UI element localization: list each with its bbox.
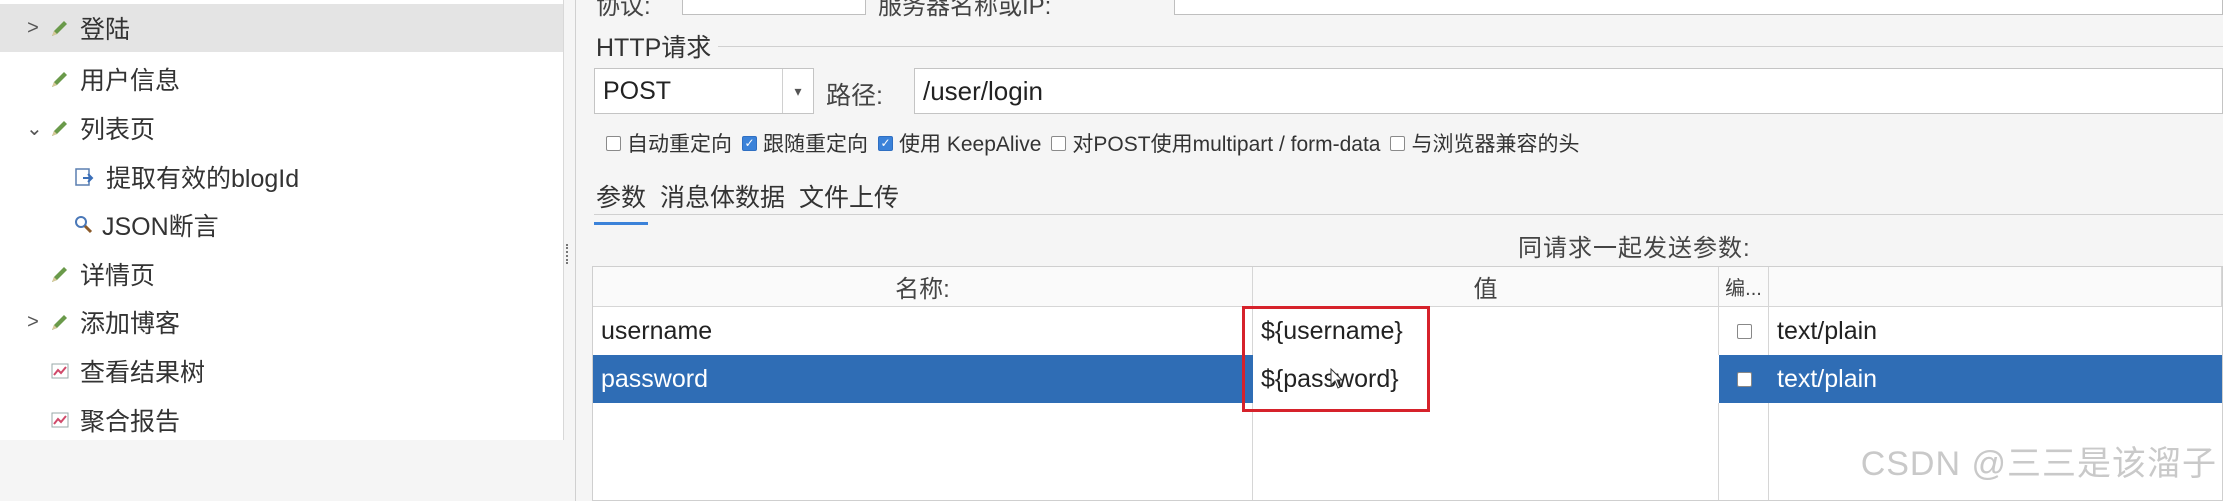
tree-item-label: 列表页 — [80, 116, 156, 144]
table-row-selected[interactable]: password ${password} text/plain — [593, 355, 2222, 403]
protocol-input[interactable] — [682, 0, 866, 15]
test-plan-tree: > 登陆 用户信息 ⌄ 列表页 提取有效的blogId JSON断言 详情页 >… — [0, 0, 564, 440]
encode-cell[interactable] — [1719, 307, 1769, 355]
column-header-value[interactable]: 值 — [1253, 267, 1719, 307]
method-value: POST — [603, 76, 672, 105]
option-label: 对POST使用multipart / form-data — [1072, 133, 1381, 156]
tab-divider — [594, 214, 2223, 215]
server-input[interactable] — [1174, 0, 2223, 15]
option-browser-headers[interactable]: 与浏览器兼容的头 — [1390, 128, 1579, 158]
panel-divider — [575, 0, 576, 501]
tree-item-aggregate-report[interactable]: 聚合报告 — [0, 396, 563, 444]
method-select[interactable]: POST ▾ — [594, 68, 814, 114]
tree-item-extract-blogid[interactable]: 提取有效的blogId — [0, 153, 563, 201]
tab-body-data[interactable]: 消息体数据 — [658, 178, 787, 225]
path-label: 路径: — [826, 82, 883, 110]
checkbox[interactable] — [1390, 135, 1406, 151]
option-multipart[interactable]: 对POST使用multipart / form-data — [1051, 128, 1380, 158]
option-keepalive[interactable]: ✓ 使用 KeepAlive — [878, 128, 1041, 158]
option-auto-redirect[interactable]: 自动重定向 — [606, 128, 732, 158]
pencil-icon — [48, 116, 72, 140]
tree-item-json-assertion[interactable]: JSON断言 — [0, 201, 563, 249]
server-label: 服务器名称或IP: — [878, 0, 1052, 20]
column-header-name[interactable]: 名称: — [593, 267, 1253, 307]
tab-parameters[interactable]: 参数 — [594, 178, 649, 225]
magnifier-icon — [72, 213, 96, 237]
path-value: /user/login — [923, 75, 1043, 106]
pencil-icon — [48, 16, 72, 40]
param-value-cell-editing[interactable]: ${password} — [1253, 355, 1719, 403]
pencil-icon — [48, 262, 72, 286]
tree-item-label: 登陆 — [80, 16, 131, 44]
param-name-cell[interactable]: username — [593, 307, 1253, 355]
pencil-icon — [48, 310, 72, 334]
checkbox-checked[interactable]: ✓ — [742, 135, 757, 151]
param-value-cell[interactable]: ${username} — [1253, 307, 1719, 355]
tree-item-add-blog[interactable]: > 添加博客 — [0, 298, 563, 346]
tree-item-label: 聚合报告 — [80, 408, 181, 436]
option-label: 与浏览器兼容的头 — [1411, 133, 1580, 156]
path-input[interactable]: /user/login — [914, 68, 2223, 114]
tree-item-label: 详情页 — [80, 262, 156, 290]
tree-item-label: 查看结果树 — [80, 359, 206, 387]
column-header-encode[interactable]: 编... — [1719, 267, 1769, 307]
tree-item-label: 添加博客 — [80, 310, 181, 338]
tree-item-user-info[interactable]: 用户信息 — [0, 55, 563, 103]
tree-item-label: 提取有效的blogId — [106, 165, 300, 193]
section-title: HTTP请求 — [596, 34, 712, 62]
content-type-cell[interactable]: text/plain — [1769, 307, 2222, 355]
tree-item-detail-page[interactable]: 详情页 — [0, 250, 563, 298]
column-header-content-type[interactable] — [1769, 267, 2222, 307]
chart-icon — [48, 359, 72, 383]
tab-file-upload[interactable]: 文件上传 — [797, 178, 901, 225]
http-request-panel: 协议: 服务器名称或IP: HTTP请求 POST ▾ 路径: /user/lo… — [578, 0, 2223, 501]
encode-cell[interactable] — [1719, 355, 1769, 403]
checkbox-checked[interactable]: ✓ — [878, 135, 893, 151]
request-options: 自动重定向 ✓ 跟随重定向 ✓ 使用 KeepAlive 对POST使用mult… — [606, 128, 1589, 158]
protocol-label: 协议: — [596, 0, 651, 20]
encode-checkbox[interactable] — [1736, 323, 1752, 339]
tree-item-login[interactable]: > 登陆 — [0, 4, 563, 52]
extractor-icon — [72, 165, 96, 189]
tree-item-results-tree[interactable]: 查看结果树 — [0, 347, 563, 395]
dropdown-arrow-icon[interactable]: ▾ — [782, 69, 813, 113]
pencil-icon — [48, 67, 72, 91]
encode-checkbox[interactable] — [1736, 371, 1752, 387]
section-divider — [718, 46, 2223, 47]
chart-icon — [48, 408, 72, 432]
request-tabs: 参数 消息体数据 文件上传 — [594, 178, 911, 225]
content-type-cell[interactable]: text/plain — [1769, 355, 2222, 403]
splitter-handle[interactable] — [566, 244, 572, 264]
option-label: 使用 KeepAlive — [899, 133, 1042, 156]
table-row[interactable]: username ${username} text/plain — [593, 307, 2222, 355]
tree-item-list-page[interactable]: ⌄ 列表页 — [0, 104, 563, 152]
chevron-down-icon[interactable]: ⌄ — [26, 116, 43, 141]
option-label: 跟随重定向 — [763, 133, 868, 156]
tree-item-label: 用户信息 — [80, 67, 181, 95]
tree-item-label: JSON断言 — [102, 213, 219, 241]
checkbox[interactable] — [1051, 135, 1067, 151]
checkbox[interactable] — [606, 135, 621, 151]
text-cursor-icon — [1330, 368, 1344, 389]
option-follow-redirect[interactable]: ✓ 跟随重定向 — [742, 128, 868, 158]
chevron-right-icon[interactable]: > — [26, 17, 40, 40]
param-name-cell[interactable]: password — [593, 355, 1253, 403]
chevron-right-icon[interactable]: > — [26, 311, 40, 334]
option-label: 自动重定向 — [627, 133, 732, 156]
params-caption: 同请求一起发送参数: — [1518, 235, 1751, 262]
watermark: CSDN @三三是该溜子 — [1860, 445, 2217, 483]
